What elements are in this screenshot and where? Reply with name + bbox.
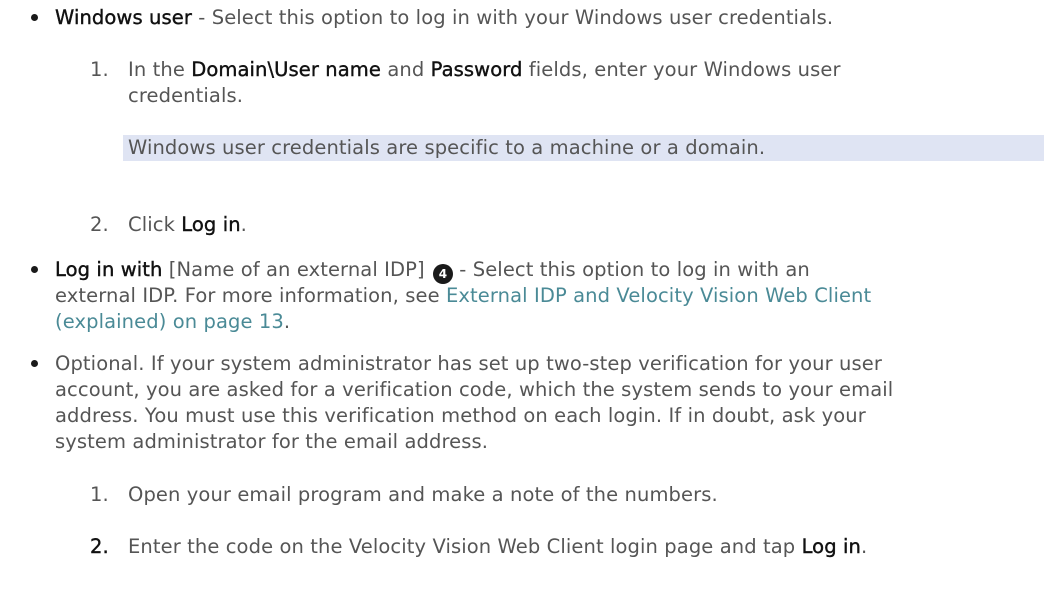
external-idp-link-cont[interactable]: (explained) on page 13	[55, 310, 284, 333]
bullet2-line1: Log in with [Name of an external IDP] 4 …	[55, 258, 810, 284]
bullet2-line3: (explained) on page 13.	[55, 310, 290, 334]
step2-line: Click Log in.	[128, 213, 247, 237]
bullet3-line2: account, you are asked for a verificatio…	[55, 378, 894, 401]
bullet2-text: - Select this option to log in with an	[453, 258, 810, 281]
bullet1-text: - Select this option to log in with your…	[191, 6, 834, 29]
bullet-marker	[31, 266, 38, 273]
step-number: 1.	[90, 58, 109, 81]
bullet1-line: Windows user - Select this option to log…	[55, 6, 833, 30]
bullet3-step2-text: Enter the code on the Velocity Vision We…	[128, 535, 802, 558]
log-in-term: Log in	[801, 535, 861, 558]
bullet-marker	[31, 360, 38, 367]
external-idp-link[interactable]: External IDP and Velocity Vision Web Cli…	[446, 284, 871, 307]
step1-line2: credentials.	[128, 84, 244, 107]
log-in-with-term: Log in with	[55, 258, 163, 281]
step1-line1: In the Domain\User name and Password fie…	[128, 58, 841, 82]
step-number: 2.	[90, 213, 109, 236]
external-idp-placeholder: [Name of an external IDP]	[162, 258, 431, 281]
step2-text-c: .	[240, 213, 247, 236]
windows-user-term: Windows user	[55, 6, 192, 29]
bullet3-line1: Optional. If your system administrator h…	[55, 352, 882, 375]
bullet3-line4: system administrator for the email addre…	[55, 430, 489, 453]
bullet2-line2: external IDP. For more information, see …	[55, 284, 871, 308]
log-in-term: Log in	[181, 213, 241, 236]
step1-text-a: In the	[128, 58, 192, 81]
step1-text-e: fields, enter your Windows user	[522, 58, 841, 81]
step-number: 1.	[90, 483, 109, 506]
bullet3-step2: Enter the code on the Velocity Vision We…	[128, 535, 867, 559]
bullet2-line2-text: external IDP. For more information, see	[55, 284, 446, 307]
domain-user-name-term: Domain\User name	[191, 58, 382, 81]
step2-text-a: Click	[128, 213, 182, 236]
bullet3-step1: Open your email program and make a note …	[128, 483, 718, 506]
note-text: Windows user credentials are specific to…	[128, 136, 766, 159]
bullet2-period: .	[283, 310, 291, 333]
bullet3-line3: address. You must use this verification …	[55, 404, 866, 427]
password-term: Password	[430, 58, 523, 81]
step1-text-c: and	[381, 58, 431, 81]
step-number: 2.	[90, 535, 109, 558]
callout-4-icon: 4	[433, 264, 453, 284]
bullet-marker	[31, 14, 38, 21]
bullet3-step2-period: .	[860, 535, 868, 558]
